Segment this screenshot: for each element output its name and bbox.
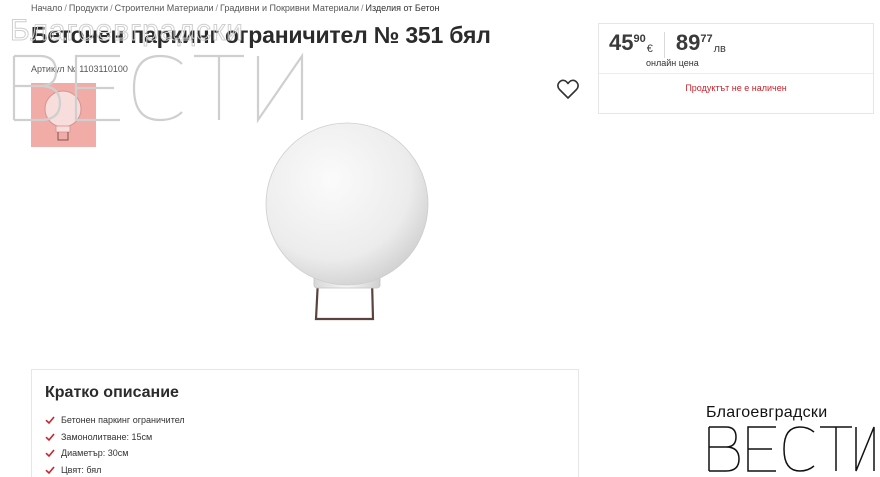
price-eur-int: 45 <box>609 30 634 55</box>
check-icon <box>45 466 55 474</box>
short-description-box: Кратко описание Бетонен паркинг ограничи… <box>31 369 579 477</box>
heart-icon <box>557 79 579 99</box>
list-item-text: Цвят: бял <box>61 464 102 475</box>
product-thumbnail[interactable] <box>31 83 96 147</box>
breadcrumb-home[interactable]: Начало <box>31 3 62 13</box>
price-bgn-int: 89 <box>675 30 701 55</box>
product-title: Бетонен паркинг ограничител № 351 бял <box>31 22 491 48</box>
price-box: 45 90 € 89 77 лв онлайн цена Продуктът н… <box>598 23 874 114</box>
breadcrumb-current: Изделия от Бетон <box>365 3 440 13</box>
check-icon <box>45 433 55 441</box>
price-eur-dec: 90 <box>633 33 646 45</box>
breadcrumb-separator: / <box>64 3 67 13</box>
breadcrumb: Начало / Продукти / Строителни Материали / Гра… <box>31 3 440 13</box>
short-description-title: Кратко описание <box>45 384 179 401</box>
price-row: 45 90 € 89 77 лв <box>609 30 726 60</box>
breadcrumb-building-materials[interactable]: Строителни Материали <box>115 3 214 13</box>
short-description-list: Бетонен паркинг ограничител Замонолитван… <box>45 412 185 477</box>
online-price-label: онлайн цена <box>646 58 699 68</box>
price-eur-currency: € <box>646 43 653 55</box>
price-bgn-dec: 77 <box>700 33 713 45</box>
watermark-logo-bottom: Благоевградски <box>706 404 876 474</box>
product-sku: Артикул № 1103110100 <box>31 64 128 74</box>
check-icon <box>45 416 55 425</box>
product-main-image[interactable] <box>245 112 455 332</box>
list-item: Диаметър: 30см <box>45 445 185 462</box>
favorite-button[interactable] <box>556 78 580 100</box>
breadcrumb-products[interactable]: Продукти <box>69 3 108 13</box>
watermark-bottom-line <box>708 426 875 472</box>
list-item-text: Диаметър: 30см <box>61 448 129 459</box>
price-eur: 45 90 € <box>609 30 653 56</box>
price-bgn-currency: лв <box>713 43 726 55</box>
list-item: Цвят: бял <box>45 462 185 477</box>
watermark-top-line: Благоевградски <box>706 404 828 421</box>
stock-status: Продуктът не е наличен <box>685 83 787 93</box>
breadcrumb-building-roofing-materials[interactable]: Градивни и Покривни Материали <box>220 3 359 13</box>
list-item: Бетонен паркинг ограничител <box>45 412 185 429</box>
breadcrumb-separator: / <box>360 3 364 13</box>
list-item-text: Бетонен паркинг ограничител <box>61 415 185 426</box>
list-item-text: Замонолитване: 15см <box>61 431 153 442</box>
check-icon <box>45 449 55 458</box>
price-divider-line <box>599 73 873 74</box>
price-divider <box>663 32 665 58</box>
breadcrumb-separator: / <box>215 3 219 13</box>
list-item: Замонолитване: 15см <box>45 429 185 446</box>
breadcrumb-separator: / <box>110 3 113 13</box>
price-bgn: 89 77 лв <box>676 30 726 56</box>
